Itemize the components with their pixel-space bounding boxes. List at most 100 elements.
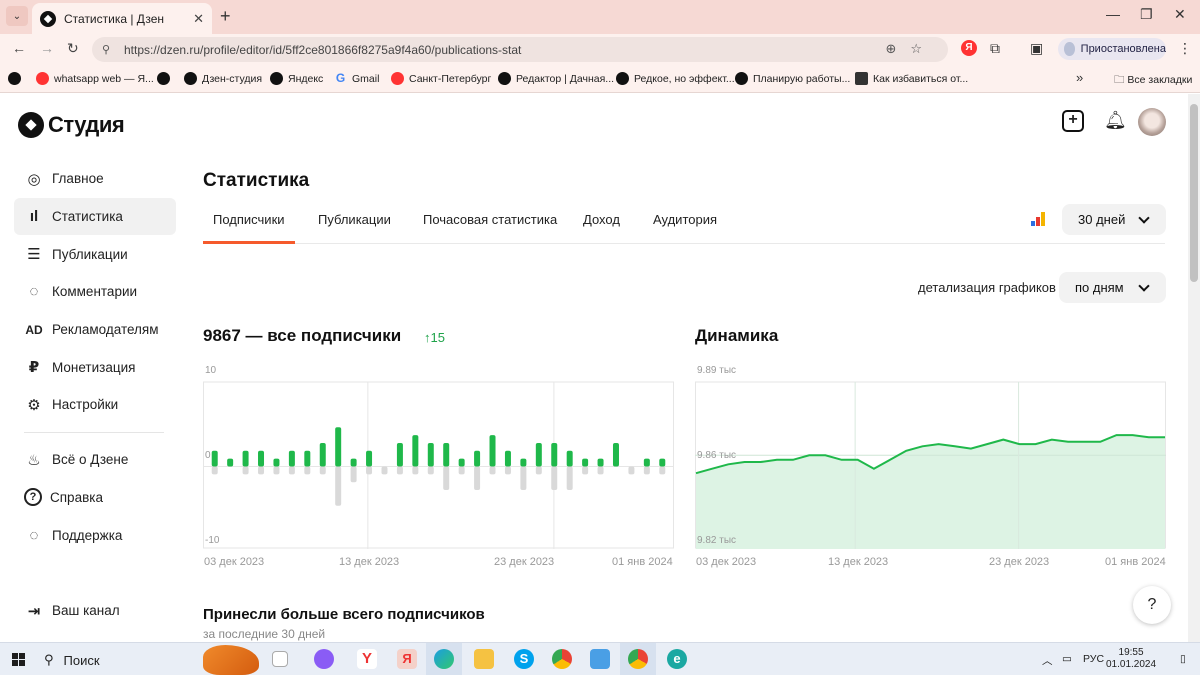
tray-chevron-icon[interactable]: ︿ xyxy=(1042,653,1053,668)
close-window-icon[interactable]: ✕ xyxy=(1174,6,1186,23)
create-post-button[interactable]: + xyxy=(1062,110,1084,132)
tab-hourly-stats[interactable]: Почасовая статистика xyxy=(423,212,557,227)
tab-audience[interactable]: Аудитория xyxy=(653,212,717,227)
help-button[interactable]: ? xyxy=(1133,586,1171,624)
search-icon: ⚲ xyxy=(44,652,54,667)
your-channel-link[interactable]: ⇥ Ваш канал xyxy=(14,592,176,630)
new-tab-button[interactable]: + xyxy=(220,6,231,27)
site-info-icon[interactable]: ⚲ xyxy=(102,43,118,56)
top-sources-title: Принесли больше всего подписчиков xyxy=(203,606,485,623)
gained-bar xyxy=(535,442,542,467)
notification-icon[interactable]: ▯ xyxy=(1180,653,1186,665)
colored-bars-icon[interactable] xyxy=(1031,212,1047,226)
lost-bar xyxy=(535,466,542,475)
sidebar-item-statistics[interactable]: ıl Статистика xyxy=(14,197,176,236)
bookmark-item[interactable]: Санкт-Петербург xyxy=(391,72,491,85)
sidebar-item-about-dzen[interactable]: ♨ Всё о Дзене xyxy=(14,441,176,479)
yandex-icon[interactable]: Я xyxy=(397,649,417,669)
tab-subscribers[interactable]: Подписчики xyxy=(213,212,285,227)
lost-bar xyxy=(582,466,589,475)
fox-widget-icon[interactable] xyxy=(203,645,259,675)
bookmark-item[interactable]: Планирую работы... xyxy=(735,72,850,85)
lost-bar xyxy=(504,466,511,475)
minimize-icon[interactable]: — xyxy=(1106,6,1120,22)
detail-select[interactable]: по дням xyxy=(1059,272,1166,303)
bookmark-item[interactable]: Как избавиться от... xyxy=(855,72,968,85)
tab-income[interactable]: Доход xyxy=(583,212,620,227)
sidebar-item-monetization[interactable]: ₽ Монетизация xyxy=(14,348,176,386)
bookmark-item[interactable]: G Gmail xyxy=(334,72,380,85)
dzen-favicon-icon xyxy=(40,10,56,27)
subscribers-bar-chart[interactable] xyxy=(203,376,674,549)
sidebar-item-help[interactable]: ? Справка xyxy=(14,479,176,517)
avatar[interactable] xyxy=(1138,108,1166,136)
system-clock[interactable]: 19:55 01.01.2024 xyxy=(1106,647,1156,671)
lost-bar xyxy=(566,466,573,491)
gained-bar xyxy=(504,450,511,467)
edge-legacy-icon[interactable]: e xyxy=(667,649,687,669)
all-bookmarks-button[interactable]: 🗀 Все закладки xyxy=(1114,72,1192,90)
gained-bar xyxy=(242,450,249,467)
studio-logo[interactable]: Студия xyxy=(18,112,125,138)
page-scrollbar[interactable] xyxy=(1188,94,1200,642)
browser-tab-active[interactable]: Статистика | Дзен ✕ xyxy=(32,3,212,34)
period-select[interactable]: 30 дней xyxy=(1062,204,1166,235)
chevron-down-icon xyxy=(1138,212,1150,224)
forward-icon[interactable]: → xyxy=(40,40,54,56)
yandex-extension-icon[interactable]: Я xyxy=(961,40,977,56)
chrome-profile-icon[interactable] xyxy=(628,649,648,669)
sidebar-item-publications[interactable]: ☰ Публикации xyxy=(14,235,176,273)
sidebar-item-comments[interactable]: ◌ Комментарии xyxy=(14,273,176,311)
scrollbar-thumb[interactable] xyxy=(1190,104,1198,282)
yandex-browser-icon[interactable]: Y xyxy=(357,649,377,669)
clock-time: 19:55 xyxy=(1118,647,1144,658)
lost-bar xyxy=(273,466,280,475)
tab-close-icon[interactable]: ✕ xyxy=(193,11,204,27)
zoom-and-star-icons[interactable]: ⊕☆ xyxy=(885,41,936,57)
notifications-bell-icon[interactable]: 🔔︎ xyxy=(1104,110,1127,131)
skype-icon[interactable]: S xyxy=(514,649,534,669)
taskbar-search[interactable]: ⚲ Поиск xyxy=(38,647,198,673)
url-input[interactable]: ⚲ https://dzen.ru/profile/editor/id/5ff2… xyxy=(92,37,948,62)
bookmark-item[interactable]: Редкое, но эффект... xyxy=(616,72,735,85)
gained-bar xyxy=(551,442,558,467)
input-language[interactable]: РУС xyxy=(1083,653,1104,665)
sidebar-item-support[interactable]: ◌ Поддержка xyxy=(14,516,176,554)
bookmark-item[interactable]: Дзен-студия xyxy=(184,72,262,85)
sidebar-item-settings[interactable]: ⚙ Настройки xyxy=(14,386,176,424)
file-explorer-icon[interactable] xyxy=(474,649,494,669)
edge-icon[interactable] xyxy=(434,649,454,669)
maximize-icon[interactable]: ❐ xyxy=(1140,6,1153,23)
bookmark-item[interactable] xyxy=(157,72,175,85)
task-view-icon[interactable] xyxy=(272,651,288,667)
tab-search-button[interactable]: ⌄ xyxy=(6,6,28,26)
dzen-icon xyxy=(184,72,197,85)
lost-bar xyxy=(319,466,326,475)
bookmarks-overflow-icon[interactable]: » xyxy=(1076,70,1083,85)
profile-paused-button[interactable]: Приостановлена xyxy=(1058,38,1166,60)
tab-publications[interactable]: Публикации xyxy=(318,212,391,227)
network-icon[interactable]: ▭ xyxy=(1062,653,1072,665)
bookmark-item[interactable]: Яндекс xyxy=(270,72,323,85)
extensions-icon[interactable]: ⧉ xyxy=(990,40,1000,57)
side-panel-icon[interactable]: ▣ xyxy=(1030,40,1043,57)
sidebar-item-main[interactable]: ◎ Главное xyxy=(14,160,176,198)
clock-date: 01.01.2024 xyxy=(1106,659,1157,670)
search-placeholder: Поиск xyxy=(63,652,100,668)
sidebar-item-advertisers[interactable]: AD Рекламодателям xyxy=(14,311,176,349)
detail-label: детализация графиков xyxy=(918,280,1056,295)
chrome-icon[interactable] xyxy=(552,649,572,669)
bookmark-item[interactable]: Редактор | Дачная... xyxy=(498,72,614,85)
reload-icon[interactable]: ↻ xyxy=(67,40,79,57)
alice-icon[interactable] xyxy=(314,649,334,669)
dynamics-area-chart[interactable] xyxy=(695,376,1166,549)
windows-start-icon[interactable] xyxy=(12,653,25,666)
gear-icon: ⚙ xyxy=(27,396,41,414)
back-icon[interactable]: ← xyxy=(12,40,26,56)
gained-bar xyxy=(412,435,419,467)
bookmark-item[interactable]: whatsapp web — Я... xyxy=(36,72,154,85)
meet-app-icon[interactable] xyxy=(590,649,610,669)
dzen-logo-icon xyxy=(18,112,44,138)
browser-menu-icon[interactable]: ⋮ xyxy=(1178,40,1192,57)
bookmark-item[interactable] xyxy=(8,72,26,85)
